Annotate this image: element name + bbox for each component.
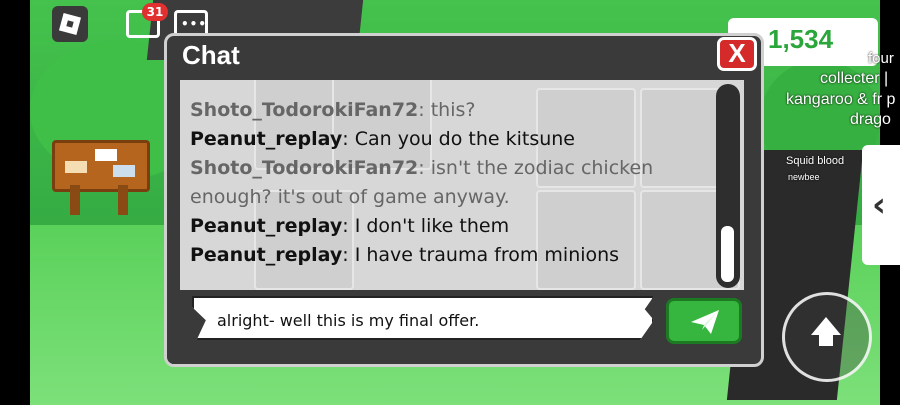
nametag-line: drago bbox=[850, 111, 891, 128]
chat-input[interactable] bbox=[215, 310, 639, 331]
chat-text: : I have trauma from minions bbox=[342, 244, 620, 266]
board-note bbox=[113, 165, 135, 177]
chat-scroll-thumb[interactable] bbox=[721, 226, 734, 282]
chevron-left-icon: ‹ bbox=[872, 185, 887, 225]
money-value: 1,534 bbox=[768, 24, 834, 54]
chat-messages: Shoto_TodorokiFan72: this? Peanut_replay… bbox=[190, 96, 715, 270]
chat-text: : I don't like them bbox=[342, 215, 510, 237]
chat-username: Shoto_TodorokiFan72 bbox=[190, 157, 419, 179]
nametag-line: Squid blood bbox=[786, 155, 845, 167]
send-icon bbox=[691, 310, 719, 334]
chat-text: enough? it's out of game anyway. bbox=[190, 186, 510, 208]
nametag-line: newbee bbox=[788, 172, 820, 182]
chat-notification-badge: 31 bbox=[142, 3, 168, 21]
nametag-line: kangaroo & fr p bbox=[786, 91, 896, 108]
board-post bbox=[118, 185, 128, 215]
jump-button[interactable] bbox=[782, 292, 872, 382]
ellipsis-icon: ••• bbox=[181, 17, 208, 31]
chat-message: Peanut_replay: I don't like them bbox=[190, 212, 715, 241]
chat-input-bar bbox=[172, 350, 754, 364]
chat-text: : Can you do the kitsune bbox=[342, 128, 575, 150]
chat-message: Shoto_TodorokiFan72: this? bbox=[190, 96, 715, 125]
chat-username: Shoto_TodorokiFan72 bbox=[190, 99, 419, 121]
board-note bbox=[65, 161, 87, 173]
chat-message: Peanut_replay: I have trauma from minion… bbox=[190, 241, 715, 270]
roblox-menu-icon[interactable] bbox=[52, 6, 88, 42]
close-button[interactable]: X bbox=[717, 37, 757, 71]
side-panel-toggle[interactable]: ‹ bbox=[862, 145, 900, 265]
bulletin-board bbox=[52, 140, 150, 192]
chat-message: Shoto_TodorokiFan72: isn't the zodiac ch… bbox=[190, 154, 715, 183]
chat-message: Peanut_replay: Can you do the kitsune bbox=[190, 125, 715, 154]
send-button[interactable] bbox=[666, 298, 742, 344]
board-note bbox=[95, 149, 117, 161]
screen-edge-left bbox=[0, 0, 30, 405]
chat-username: Peanut_replay bbox=[190, 215, 343, 237]
nametag-line: collecter | bbox=[820, 70, 889, 87]
chat-username: Peanut_replay bbox=[190, 128, 343, 150]
chat-text: : this? bbox=[418, 99, 476, 121]
nametag-line: four bbox=[868, 50, 894, 67]
chat-username: Peanut_replay bbox=[190, 244, 343, 266]
chat-title: Chat bbox=[182, 40, 240, 70]
chat-text: : isn't the zodiac chicken bbox=[418, 157, 654, 179]
chat-message-continuation: enough? it's out of game anyway. bbox=[190, 183, 715, 212]
board-post bbox=[70, 185, 80, 215]
